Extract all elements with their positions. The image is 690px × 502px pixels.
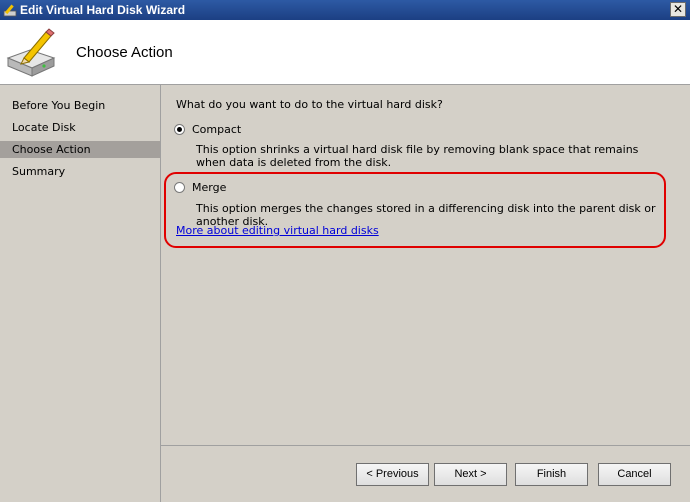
question-text: What do you want to do to the virtual ha…	[176, 98, 443, 111]
header-panel: Choose Action	[0, 20, 690, 85]
compact-label[interactable]: Compact	[192, 123, 241, 136]
merge-highlight-annotation	[164, 172, 666, 248]
nav-item-label: Locate Disk	[12, 121, 76, 134]
nav-item-locate-disk[interactable]: Locate Disk	[0, 119, 160, 136]
edit-disk-icon	[4, 24, 60, 80]
window-title: Edit Virtual Hard Disk Wizard	[20, 3, 186, 17]
close-button[interactable]: ✕	[670, 2, 686, 17]
wizard-steps-nav: Before You Begin Locate Disk Choose Acti…	[0, 85, 161, 502]
wizard-icon	[3, 2, 19, 18]
radio-selected-dot	[177, 127, 182, 132]
next-button[interactable]: Next >	[434, 463, 507, 486]
nav-item-choose-action[interactable]: Choose Action	[0, 141, 160, 158]
wizard-window: Edit Virtual Hard Disk Wizard ✕ Choose A…	[0, 0, 690, 502]
previous-button[interactable]: < Previous	[356, 463, 429, 486]
nav-item-before-you-begin[interactable]: Before You Begin	[0, 97, 160, 114]
button-separator	[161, 445, 690, 446]
cancel-button[interactable]: Cancel	[598, 463, 671, 486]
close-icon: ✕	[672, 2, 684, 16]
compact-radio[interactable]	[174, 124, 185, 135]
nav-item-label: Summary	[12, 165, 66, 178]
nav-item-label: Before You Begin	[12, 99, 106, 112]
nav-item-label: Choose Action	[12, 143, 91, 156]
nav-item-summary[interactable]: Summary	[0, 163, 160, 180]
title-bar: Edit Virtual Hard Disk Wizard ✕	[0, 0, 690, 20]
page-title: Choose Action	[76, 44, 173, 61]
compact-description: This option shrinks a virtual hard disk …	[196, 143, 639, 169]
finish-button[interactable]: Finish	[515, 463, 588, 486]
content-panel: What do you want to do to the virtual ha…	[161, 85, 690, 445]
